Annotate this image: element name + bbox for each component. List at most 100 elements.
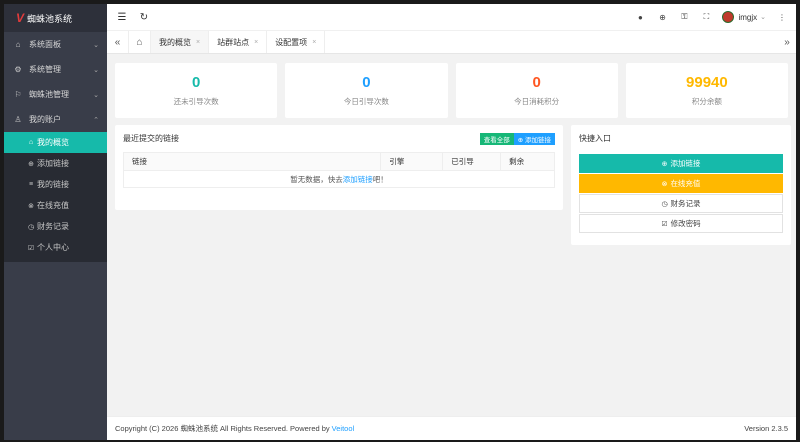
- dashboard-content: 0 还未引导次数 0 今日引导次数 0 今日消耗积分 99940 积分余额 最近提交的链接 查…: [107, 55, 796, 416]
- submenu-item-overview[interactable]: ⌂ 我的概览: [4, 132, 107, 153]
- submenu-icon: ⌂: [28, 139, 34, 146]
- submenu-icon: ⊕: [28, 160, 34, 168]
- button-label: 在线充值: [670, 179, 701, 188]
- username: imgjx: [738, 12, 758, 22]
- empty-row: 暂无数据，快去添加链接吧！: [123, 170, 555, 188]
- stat-card-points-balance: 99940 积分余额: [625, 63, 788, 118]
- tab-home-icon[interactable]: ⌂: [129, 31, 151, 53]
- main-area: ☰ ↻ ● ⊕ ⚿ ⛶ imgjx ⌄ ⋮ « ⌂ 我的概览 × 站群站点 × 设配置项…: [107, 4, 796, 440]
- quick-password-button[interactable]: ☑ 修改密码: [579, 214, 783, 233]
- submenu-label: 财务记录: [37, 222, 69, 231]
- refresh-icon[interactable]: ↻: [137, 10, 151, 24]
- tab-label: 站群站点: [217, 37, 250, 47]
- powered-by-link[interactable]: Veitool: [332, 424, 355, 433]
- avatar: [722, 11, 735, 23]
- button-icon: ⊗: [661, 180, 668, 188]
- chevron-icon: ⌄: [93, 91, 99, 99]
- add-link-button[interactable]: ⊕ 添加链接: [513, 133, 555, 145]
- button-icon: ⊕: [661, 160, 668, 168]
- chevron-icon: ⌄: [93, 41, 99, 49]
- quick-add-link-button[interactable]: ⊕ 添加链接: [579, 154, 783, 173]
- stats-row: 0 还未引导次数 0 今日引导次数 0 今日消耗积分 99940 积分余额: [115, 63, 788, 118]
- stat-value: 99940: [686, 74, 728, 91]
- app-window: V 蜘蛛池系统 ⌂ 系统面板 ⌄ ⚙ 系统管理 ⌄ ⚐ 蜘蛛池管理 ⌄ ♙ 我的账户 ⌃ ⌂ 我的概览 ⊕ 添…: [4, 4, 796, 440]
- submenu-item-finance[interactable]: ◷ 财务记录: [4, 216, 107, 237]
- col-remaining: 剩余: [500, 152, 555, 171]
- recent-links-card: 最近提交的链接 查看全部 ⊕ 添加链接 链接 引擎 已引导 剩余 暂无数据，快去…: [115, 125, 563, 210]
- submenu-label: 我的概览: [37, 138, 69, 147]
- sidebar-item-dashboard[interactable]: ⌂ 系统面板 ⌄: [4, 32, 107, 57]
- account-submenu: ⌂ 我的概览 ⊕ 添加链接 ≡ 我的链接 ⊗ 在线充值 ◷ 财务记录 ☑ 个人中心: [4, 132, 107, 262]
- sidebar: V 蜘蛛池系统 ⌂ 系统面板 ⌄ ⚙ 系统管理 ⌄ ⚐ 蜘蛛池管理 ⌄ ♙ 我的账户 ⌃ ⌂ 我的概览 ⊕ 添…: [4, 4, 107, 440]
- language-icon[interactable]: ⊕: [656, 11, 668, 23]
- submenu-item-my-links[interactable]: ≡ 我的链接: [4, 174, 107, 195]
- sidebar-item-label: 系统管理: [29, 65, 61, 74]
- brand-logo[interactable]: V 蜘蛛池系统: [4, 4, 107, 32]
- button-label: 添加链接: [670, 159, 701, 168]
- stat-value: 0: [362, 74, 371, 91]
- stat-card-unguided-count: 0 还未引导次数: [115, 63, 278, 118]
- logo-mark: V: [16, 11, 25, 25]
- user-menu[interactable]: imgjx ⌄: [722, 11, 766, 23]
- submenu-label: 在线充值: [37, 201, 69, 210]
- fullscreen-icon[interactable]: ⛶: [700, 11, 712, 23]
- button-icon: ◷: [661, 200, 668, 208]
- user-icon: ♙: [14, 115, 22, 124]
- copyright-text: Copyright (C) 2026 蜘蛛池系统 All Rights Rese…: [115, 424, 330, 433]
- sidebar-item-spider-pool[interactable]: ⚐ 蜘蛛池管理 ⌄: [4, 82, 107, 107]
- chevron-icon: ⌃: [93, 116, 99, 124]
- submenu-item-recharge[interactable]: ⊗ 在线充值: [4, 195, 107, 216]
- submenu-item-add-link[interactable]: ⊕ 添加链接: [4, 153, 107, 174]
- quick-entry-card: 快捷入口 ⊕ 添加链接 ⊗ 在线充值 ◷ 财务记录 ☑ 修改密码: [571, 125, 791, 245]
- quick-entry-title: 快捷入口: [579, 134, 611, 143]
- submenu-icon: ≡: [28, 181, 34, 188]
- tabs-scroll-left-icon[interactable]: «: [107, 31, 129, 53]
- submenu-icon: ◷: [27, 223, 35, 231]
- stat-card-today-points: 0 今日消耗积分: [455, 63, 618, 118]
- empty-text: 暂无数据，快去: [290, 174, 343, 184]
- home-icon: ⌂: [15, 40, 21, 49]
- footer: Copyright (C) 2026 蜘蛛池系统 All Rights Rese…: [107, 416, 796, 440]
- submenu-label: 个人中心: [37, 243, 69, 252]
- empty-add-link[interactable]: 添加链接: [343, 175, 373, 184]
- close-icon[interactable]: ×: [254, 39, 258, 46]
- sidebar-item-account[interactable]: ♙ 我的账户 ⌃: [4, 107, 107, 132]
- tab-bar: « ⌂ 我的概览 × 站群站点 × 设配置项 × »: [107, 31, 796, 54]
- button-label: 修改密码: [670, 219, 701, 228]
- tab-config[interactable]: 设配置项 ×: [267, 31, 326, 53]
- menu-toggle-icon[interactable]: ☰: [115, 10, 129, 24]
- quick-finance-button[interactable]: ◷ 财务记录: [579, 194, 783, 213]
- stat-card-today-guided: 0 今日引导次数: [285, 63, 448, 118]
- sidebar-item-label: 系统面板: [29, 40, 61, 49]
- tabs-scroll-right-icon[interactable]: »: [778, 31, 796, 54]
- stat-caption: 还未引导次数: [173, 97, 219, 106]
- col-guided: 已引导: [442, 152, 502, 171]
- tab-overview[interactable]: 我的概览 ×: [151, 31, 210, 53]
- brand-name: 蜘蛛池系统: [27, 13, 73, 24]
- version-text: Version 2.3.5: [744, 424, 788, 433]
- submenu-item-profile[interactable]: ☑ 个人中心: [4, 237, 107, 258]
- quick-recharge-button[interactable]: ⊗ 在线充值: [579, 174, 783, 193]
- view-all-button[interactable]: 查看全部: [479, 133, 514, 145]
- links-table: 链接 引擎 已引导 剩余 暂无数据，快去添加链接吧！: [122, 152, 555, 188]
- tab-sites[interactable]: 站群站点 ×: [209, 31, 268, 53]
- more-icon[interactable]: ⋮: [776, 11, 788, 23]
- tab-label: 我的概览: [159, 37, 191, 47]
- lock-icon[interactable]: ⚿: [678, 11, 690, 23]
- sidebar-item-label: 蜘蛛池管理: [29, 90, 69, 99]
- sidebar-item-system[interactable]: ⚙ 系统管理 ⌄: [4, 57, 107, 82]
- tab-label: 设配置项: [275, 37, 308, 47]
- submenu-icon: ⊗: [28, 202, 34, 210]
- sidebar-item-label: 我的账户: [29, 115, 61, 124]
- col-engine: 引擎: [380, 152, 444, 171]
- close-icon[interactable]: ×: [196, 39, 200, 46]
- stat-caption: 积分余额: [691, 97, 722, 106]
- col-link: 链接: [122, 152, 382, 171]
- chevron-icon: ⌄: [93, 66, 99, 74]
- close-icon[interactable]: ×: [312, 39, 316, 46]
- theme-icon[interactable]: ●: [634, 11, 646, 23]
- chevron-down-icon: ⌄: [760, 14, 766, 21]
- flag-icon: ⚐: [14, 90, 22, 99]
- stat-caption: 今日引导次数: [343, 97, 389, 106]
- submenu-icon: ☑: [27, 244, 35, 252]
